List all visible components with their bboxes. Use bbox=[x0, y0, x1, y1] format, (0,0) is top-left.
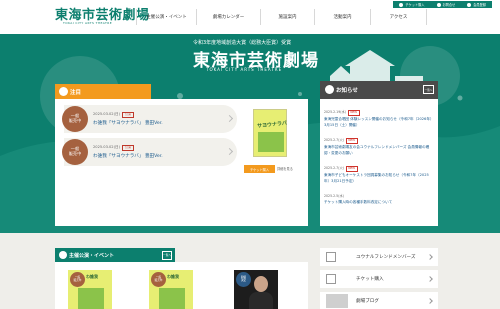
event-card-title: わ誰我 bbox=[86, 274, 98, 279]
site-logo[interactable]: 東海市芸術劇場 TOKAI CITY ARTS THEATRE bbox=[55, 4, 149, 34]
poster-title: サヨウナラバ bbox=[256, 120, 288, 130]
chevron-right-icon bbox=[225, 147, 234, 156]
utility-links: チケット購入 お問合せ 会員登録 bbox=[393, 1, 492, 8]
sale-badge: 一般 販売中 bbox=[151, 272, 166, 287]
blog-thumbnail bbox=[326, 294, 348, 308]
chevron-right-icon bbox=[427, 298, 433, 304]
event-card[interactable]: 一般 販売中 わ誰我 bbox=[68, 270, 112, 309]
status-badge: 開催 決定 bbox=[236, 272, 251, 287]
util-link-ticket[interactable]: チケット購入 bbox=[393, 1, 431, 8]
category-tag: 公演 bbox=[121, 112, 134, 118]
poster-image bbox=[258, 132, 284, 152]
events-heading: 主催公演・イベント bbox=[69, 252, 115, 259]
event-card-image bbox=[159, 288, 185, 309]
news-date: 2025.2.5(水) bbox=[324, 194, 344, 198]
pickup-tab: 注目 bbox=[55, 84, 151, 99]
user-icon bbox=[467, 2, 472, 7]
performer-photo-body bbox=[249, 292, 273, 309]
hero-award-text: 令和3年度地域創造大賞（総務大臣賞）受賞 bbox=[193, 40, 292, 46]
pickup-item[interactable]: 一般 販売中 2025.03.02(日) 公演 わ誰我「サヨウナラバ」 豊田Ver. bbox=[62, 138, 237, 166]
util-link-contact[interactable]: お問合せ bbox=[430, 1, 462, 8]
pickup-date: 2025.03.02(日) 公演 bbox=[93, 112, 134, 118]
news-heading: お知らせ bbox=[336, 88, 358, 94]
site-header: 東海市芸術劇場 TOKAI CITY ARTS THEATRE チケット購入 お… bbox=[0, 0, 500, 36]
side-link-ticket[interactable]: チケット購入 bbox=[320, 270, 438, 288]
nav-item-events[interactable]: 主催公演・イベント bbox=[136, 9, 196, 25]
news-item[interactable]: 2025.2.5(水) チケット購入時の各種手数料改定について bbox=[324, 193, 434, 205]
news-date: 2025.2.19(水) NEW bbox=[324, 109, 434, 116]
event-card[interactable]: 一般 販売中 わ誰我 bbox=[149, 270, 193, 309]
util-link-register[interactable]: 会員登録 bbox=[461, 1, 492, 8]
util-link-label: 会員登録 bbox=[473, 3, 486, 7]
events-icon bbox=[59, 251, 67, 259]
nav-item-activities[interactable]: 活動案内 bbox=[314, 9, 370, 25]
ticket-icon bbox=[399, 2, 404, 7]
news-list-button[interactable]: 一覧へ bbox=[423, 85, 434, 94]
side-link-members[interactable]: ユウナルフレンドメンバーズ bbox=[320, 248, 438, 266]
event-card-title: わ誰我 bbox=[167, 274, 179, 279]
news-header: お知らせ 一覧へ bbox=[320, 81, 438, 99]
nav-item-facilities[interactable]: 施設案内 bbox=[260, 9, 314, 25]
performer-photo bbox=[254, 276, 268, 292]
sale-badge: 一般 販売中 bbox=[70, 272, 85, 287]
nav-item-access[interactable]: アクセス bbox=[370, 9, 427, 25]
news-panel: 2025.2.19(水) NEW 東海児童合唱団 体験レッスン開催のお知らせ（令和… bbox=[320, 99, 438, 226]
pickup-item[interactable]: 一般 販売中 2025.03.02(日) 公演 わ誰我「サヨウナラバ」 豊田Ver. bbox=[62, 105, 237, 133]
event-card[interactable]: 開催 決定 bbox=[234, 270, 278, 309]
news-title[interactable]: 東海市子どもオーケストラ団員募集のお知らせ（令和7年（2025年）3月21日予定… bbox=[324, 173, 434, 184]
pickup-title[interactable]: わ誰我「サヨウナラバ」 豊田Ver. bbox=[93, 153, 163, 159]
side-link-label: ユウナルフレンドメンバーズ bbox=[356, 255, 416, 260]
news-item[interactable]: 2025.2.7(火) NEW 東海市芸術劇場友の会ユウナルフレンドメンバーズ 会… bbox=[324, 137, 434, 156]
news-item[interactable]: 2025.2.7(火) NEW 東海市子どもオーケストラ団員募集のお知らせ（令和7… bbox=[324, 165, 434, 184]
main-nav: 主催公演・イベント 劇場カレンダー 施設案内 活動案内 アクセス bbox=[136, 9, 427, 25]
pickup-title[interactable]: わ誰我「サヨウナラバ」 豊田Ver. bbox=[93, 120, 163, 126]
news-title[interactable]: 東海市芸術劇場友の会ユウナルフレンドメンバーズ 会員情報の確認・変更のお願い bbox=[324, 145, 434, 156]
side-link-blog[interactable]: 劇場ブログ bbox=[320, 292, 438, 309]
building-icon bbox=[326, 252, 336, 262]
news-item[interactable]: 2025.2.19(水) NEW 東海児童合唱団 体験レッスン開催のお知らせ（令和… bbox=[324, 109, 434, 128]
news-icon bbox=[325, 85, 334, 94]
news-date: 2025.2.7(火) NEW bbox=[324, 137, 434, 144]
chevron-right-icon bbox=[225, 114, 234, 123]
util-link-label: チケット購入 bbox=[405, 3, 425, 7]
sale-badge: 一般 販売中 bbox=[62, 106, 88, 132]
hero-title-en: TOKAI CITY ARTS THEATRE bbox=[206, 67, 283, 72]
events-header: 主催公演・イベント 一覧へ bbox=[55, 248, 175, 262]
news-title[interactable]: チケット購入時の各種手数料改定について bbox=[324, 200, 434, 206]
event-poster[interactable]: サヨウナラバ bbox=[253, 109, 287, 157]
events-list-button[interactable]: 一覧へ bbox=[162, 250, 172, 260]
new-badge: NEW bbox=[347, 110, 360, 116]
chevron-right-icon bbox=[427, 276, 433, 282]
pickup-panel: 一般 販売中 2025.03.02(日) 公演 わ誰我「サヨウナラバ」 豊田Ver.… bbox=[55, 99, 308, 226]
nav-item-calendar[interactable]: 劇場カレンダー bbox=[196, 9, 260, 25]
pickup-heading: 注目 bbox=[70, 90, 82, 96]
news-title[interactable]: 東海児童合唱団 体験レッスン開催のお知らせ（令和7年（2026年）3月15日（土… bbox=[324, 117, 434, 128]
pickup-date: 2025.03.02(日) 公演 bbox=[93, 145, 134, 151]
news-date: 2025.2.7(火) NEW bbox=[324, 165, 434, 172]
ticket-icon bbox=[326, 274, 336, 284]
new-badge: NEW bbox=[345, 138, 358, 144]
util-link-label: お問合せ bbox=[442, 3, 456, 7]
mail-icon bbox=[436, 2, 441, 7]
pickup-icon bbox=[59, 87, 68, 96]
category-tag: 公演 bbox=[121, 145, 134, 151]
logo-subtext: TOKAI CITY ARTS THEATRE bbox=[63, 21, 113, 25]
new-badge: NEW bbox=[345, 166, 358, 172]
chevron-right-icon bbox=[427, 254, 433, 260]
ticket-buy-button[interactable]: チケット購入 bbox=[244, 165, 275, 173]
event-card-image bbox=[78, 288, 104, 309]
side-link-label: チケット購入 bbox=[356, 277, 384, 282]
side-link-label: 劇場ブログ bbox=[356, 299, 379, 304]
detail-link[interactable]: 詳細を見る bbox=[277, 166, 293, 171]
sale-badge: 一般 販売中 bbox=[62, 139, 88, 165]
